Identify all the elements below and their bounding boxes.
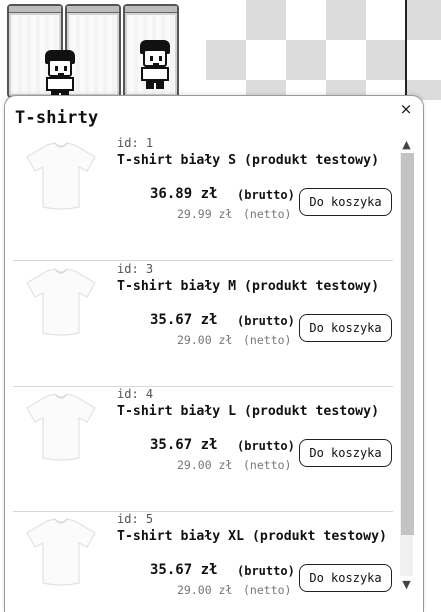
product-item: id: 3 T-shirt biały M (produkt testowy) …	[5, 262, 397, 387]
product-id: id: 3	[117, 262, 154, 276]
item-divider	[13, 260, 393, 261]
product-id: id: 5	[117, 512, 154, 526]
add-to-cart-button[interactable]: Do koszyka	[299, 188, 392, 216]
scroll-up-icon[interactable]: ▲	[399, 137, 414, 152]
product-item: id: 5 T-shirt biały XL (produkt testowy)…	[5, 512, 397, 612]
price-net: 29.00 zł	[177, 458, 233, 472]
price-net: 29.00 zł	[177, 583, 233, 597]
product-name: T-shirt biały S (produkt testowy)	[117, 153, 380, 168]
white-tshirt-icon	[26, 393, 96, 461]
price-net: 29.00 zł	[177, 333, 233, 347]
add-to-cart-button[interactable]: Do koszyka	[299, 439, 392, 467]
price-gross: 35.67 zł	[150, 437, 218, 453]
product-id: id: 4	[117, 387, 154, 401]
net-label: (netto)	[243, 333, 292, 347]
gross-label: (brutto)	[237, 314, 295, 328]
product-name: T-shirt biały XL (produkt testowy)	[117, 529, 387, 544]
gross-label: (brutto)	[237, 439, 295, 453]
wall-edge	[405, 0, 407, 100]
product-list-scrollbar[interactable]: ▲ ▼	[399, 137, 414, 592]
product-id: id: 1	[117, 136, 154, 150]
scroll-track[interactable]	[400, 153, 414, 576]
price-gross: 36.89 zł	[150, 186, 218, 202]
net-label: (netto)	[243, 207, 292, 221]
scroll-thumb[interactable]	[401, 153, 414, 535]
net-label: (netto)	[243, 458, 292, 472]
gross-label: (brutto)	[237, 188, 295, 202]
modal-title: T-shirty	[15, 108, 99, 128]
net-label: (netto)	[243, 583, 292, 597]
product-name: T-shirt biały M (produkt testowy)	[117, 279, 380, 294]
game-scene	[0, 0, 441, 100]
price-gross: 35.67 zł	[150, 312, 218, 328]
product-item: id: 1 T-shirt biały S (produkt testowy) …	[5, 136, 397, 261]
white-tshirt-icon	[26, 268, 96, 336]
price-net: 29.99 zł	[177, 207, 233, 221]
add-to-cart-button[interactable]: Do koszyka	[299, 564, 392, 592]
add-to-cart-button[interactable]: Do koszyka	[299, 314, 392, 342]
price-gross: 35.67 zł	[150, 562, 218, 578]
close-icon[interactable]: ×	[399, 102, 413, 117]
product-name: T-shirt biały L (produkt testowy)	[117, 404, 380, 419]
product-list: id: 1 T-shirt biały S (produkt testowy) …	[5, 136, 397, 612]
gross-label: (brutto)	[237, 564, 295, 578]
white-tshirt-icon	[26, 142, 96, 210]
scroll-down-icon[interactable]: ▼	[399, 577, 414, 592]
product-item: id: 4 T-shirt biały L (produkt testowy) …	[5, 387, 397, 512]
white-tshirt-icon	[26, 518, 96, 586]
product-modal: × T-shirty id: 1 T-shirt biały S (produk…	[4, 95, 424, 612]
